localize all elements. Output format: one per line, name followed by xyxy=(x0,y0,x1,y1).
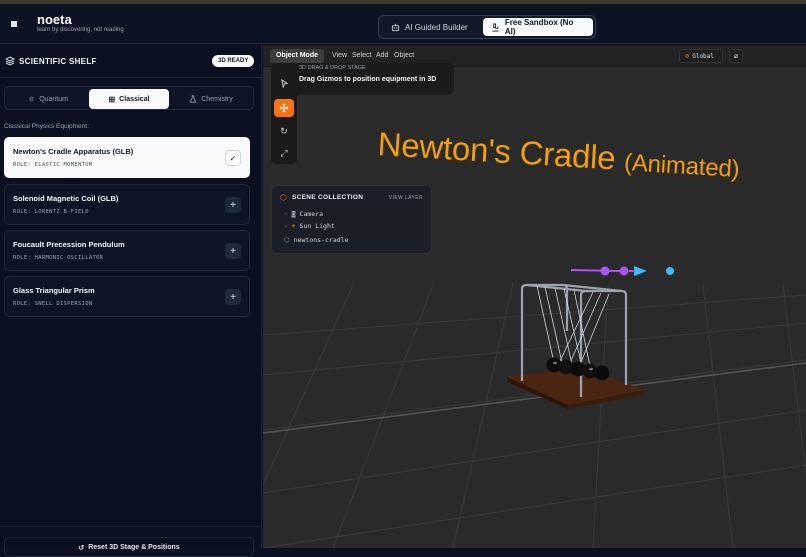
microscope-icon xyxy=(492,22,499,32)
category-tabs: ⚛ Quantum ⊞ Classical Chemistry xyxy=(4,86,254,110)
scene-item-sun-light[interactable]: › ☀ Sun Light xyxy=(284,222,335,230)
add-equipment-button[interactable]: + xyxy=(225,197,241,213)
camera-icon: ◙ xyxy=(291,210,296,218)
added-check-button[interactable]: ✓ xyxy=(225,150,241,166)
equipment-name: Newton's Cradle Apparatus (GLB) xyxy=(13,147,134,156)
scene-collection-title: SCENE COLLECTION xyxy=(292,194,364,201)
global-icon: ⊘ xyxy=(685,52,690,60)
menu-view[interactable]: View xyxy=(332,49,347,63)
view-layer-label: VIEW LAYER xyxy=(388,195,423,201)
tab-label: Chemistry xyxy=(201,95,233,103)
scene-item-camera[interactable]: › ◙ Camera xyxy=(284,210,323,218)
brand-tagline: learn by discovering, not reading xyxy=(37,27,124,33)
magnet-icon: ⌀ xyxy=(733,53,739,60)
equipment-name: Solenoid Magnetic Coil (GLB) xyxy=(13,194,119,203)
reset-stage-button[interactable]: ↺ Reset 3D Stage & Positions xyxy=(4,537,254,557)
equipment-role: ROLE: SNELL DISPERSION xyxy=(13,301,93,307)
object-mode-dropdown[interactable]: Object Mode xyxy=(270,49,325,63)
move-icon xyxy=(279,103,289,113)
scene-item-label: newtons-cradle xyxy=(293,236,349,244)
tab-quantum[interactable]: ⚛ Quantum xyxy=(7,89,89,109)
equipment-role: ROLE: ELASTIC MOMENTUM xyxy=(13,162,93,168)
scientific-shelf-sidebar: SCIENTIFIC SHELF 3D READY ⚛ Quantum ⊞ Cl… xyxy=(0,45,262,557)
add-equipment-button[interactable]: + xyxy=(225,289,241,305)
scene-item-newtons-cradle[interactable]: ⬡ newtons-cradle xyxy=(284,236,348,244)
flask-icon xyxy=(189,95,197,103)
select-cursor-icon xyxy=(280,78,288,88)
scene-item-label: Sun Light xyxy=(299,222,335,230)
tab-classical[interactable]: ⊞ Classical xyxy=(89,89,169,109)
tab-label: Classical xyxy=(119,95,150,103)
rotate-tool[interactable]: ↻ xyxy=(274,122,294,140)
select-tool[interactable] xyxy=(274,74,294,92)
reset-label: Reset 3D Stage & Positions xyxy=(88,544,180,551)
layers-icon xyxy=(4,56,16,66)
mode-label: Free Sandbox (No AI) xyxy=(504,18,574,36)
logo-icon xyxy=(11,21,17,27)
object-label-sub: (Animated) xyxy=(623,149,741,184)
grid-icon: ⊞ xyxy=(108,94,116,104)
equipment-name: Glass Triangular Prism xyxy=(13,286,95,295)
check-icon: ✓ xyxy=(229,153,237,163)
status-badge: 3D READY xyxy=(212,55,255,67)
equipment-name: Foucault Precession Pendulum xyxy=(13,240,125,249)
menu-object[interactable]: Object xyxy=(394,49,414,63)
app-header: noeta learn by discovering, not reading … xyxy=(0,4,806,44)
equipment-card-foucault-pendulum[interactable]: Foucault Precession Pendulum ROLE: HARMO… xyxy=(4,230,250,271)
menu-select[interactable]: Select xyxy=(352,49,371,63)
tab-chemistry[interactable]: Chemistry xyxy=(171,89,251,109)
hint-text: Drag Gizmos to position equipment in 3D xyxy=(299,76,437,83)
scene-collection-panel: ⬡ SCENE COLLECTION VIEW LAYER › ◙ Camera… xyxy=(271,185,432,254)
rotate-icon: ↻ xyxy=(280,125,288,136)
scale-tool[interactable]: ⤢ xyxy=(274,144,294,162)
mode-label: AI Guided Builder xyxy=(405,22,468,32)
mode-switcher: AI Guided Builder Free Sandbox (No AI) xyxy=(378,15,596,39)
shelf-title: SCIENTIFIC SHELF xyxy=(19,57,97,66)
robot-icon xyxy=(391,23,400,31)
divider xyxy=(0,77,262,78)
equipment-role: ROLE: LORENTZ B-FIELD xyxy=(13,209,89,215)
atom-icon: ⚛ xyxy=(28,94,36,104)
scene-item-label: Camera xyxy=(299,210,324,218)
move-tool[interactable] xyxy=(274,99,294,117)
section-heading: Classical Physics Equipment: xyxy=(4,123,89,130)
scale-icon: ⤢ xyxy=(280,147,288,158)
plus-icon: + xyxy=(230,199,236,211)
reset-icon: ↺ xyxy=(78,545,85,552)
3d-viewport[interactable]: Newton's Cradle (Animated) Object Mode V… xyxy=(263,45,806,548)
plus-icon: + xyxy=(230,291,236,303)
hint-title: 3D DRAG & DROP STAGE xyxy=(299,65,366,71)
brand-name: noeta xyxy=(37,12,72,27)
add-equipment-button[interactable]: + xyxy=(225,243,241,259)
cube-icon: ⬡ xyxy=(284,236,290,244)
stage-hint: 3D DRAG & DROP STAGE Drag Gizmos to posi… xyxy=(291,63,454,95)
menu-add[interactable]: Add xyxy=(376,49,388,63)
grid-floor xyxy=(263,266,806,548)
snap-toggle[interactable]: ⌀ xyxy=(729,49,743,63)
chevron-right-icon: › xyxy=(284,222,288,230)
equipment-role: ROLE: HARMONIC OSCILLATOR xyxy=(13,255,104,261)
tab-label: Quantum xyxy=(39,95,68,103)
equipment-card-solenoid-coil[interactable]: Solenoid Magnetic Coil (GLB) ROLE: LOREN… xyxy=(4,184,250,225)
transform-space-dropdown[interactable]: ⊘ Global xyxy=(679,49,723,63)
mode-ai-guided-builder[interactable]: AI Guided Builder xyxy=(383,18,483,36)
chevron-right-icon: › xyxy=(284,210,288,218)
divider xyxy=(0,526,262,527)
equipment-card-glass-prism[interactable]: Glass Triangular Prism ROLE: SNELL DISPE… xyxy=(4,276,250,317)
collection-cube-icon: ⬡ xyxy=(280,193,287,202)
transform-space-label: Global xyxy=(692,52,714,60)
sun-icon: ☀ xyxy=(291,222,296,230)
mode-free-sandbox[interactable]: Free Sandbox (No AI) xyxy=(483,18,593,36)
equipment-card-newtons-cradle[interactable]: Newton's Cradle Apparatus (GLB) ROLE: EL… xyxy=(4,137,250,178)
plus-icon: + xyxy=(230,245,236,257)
gizmo-toolbar: ↻ ⤢ xyxy=(271,63,297,164)
